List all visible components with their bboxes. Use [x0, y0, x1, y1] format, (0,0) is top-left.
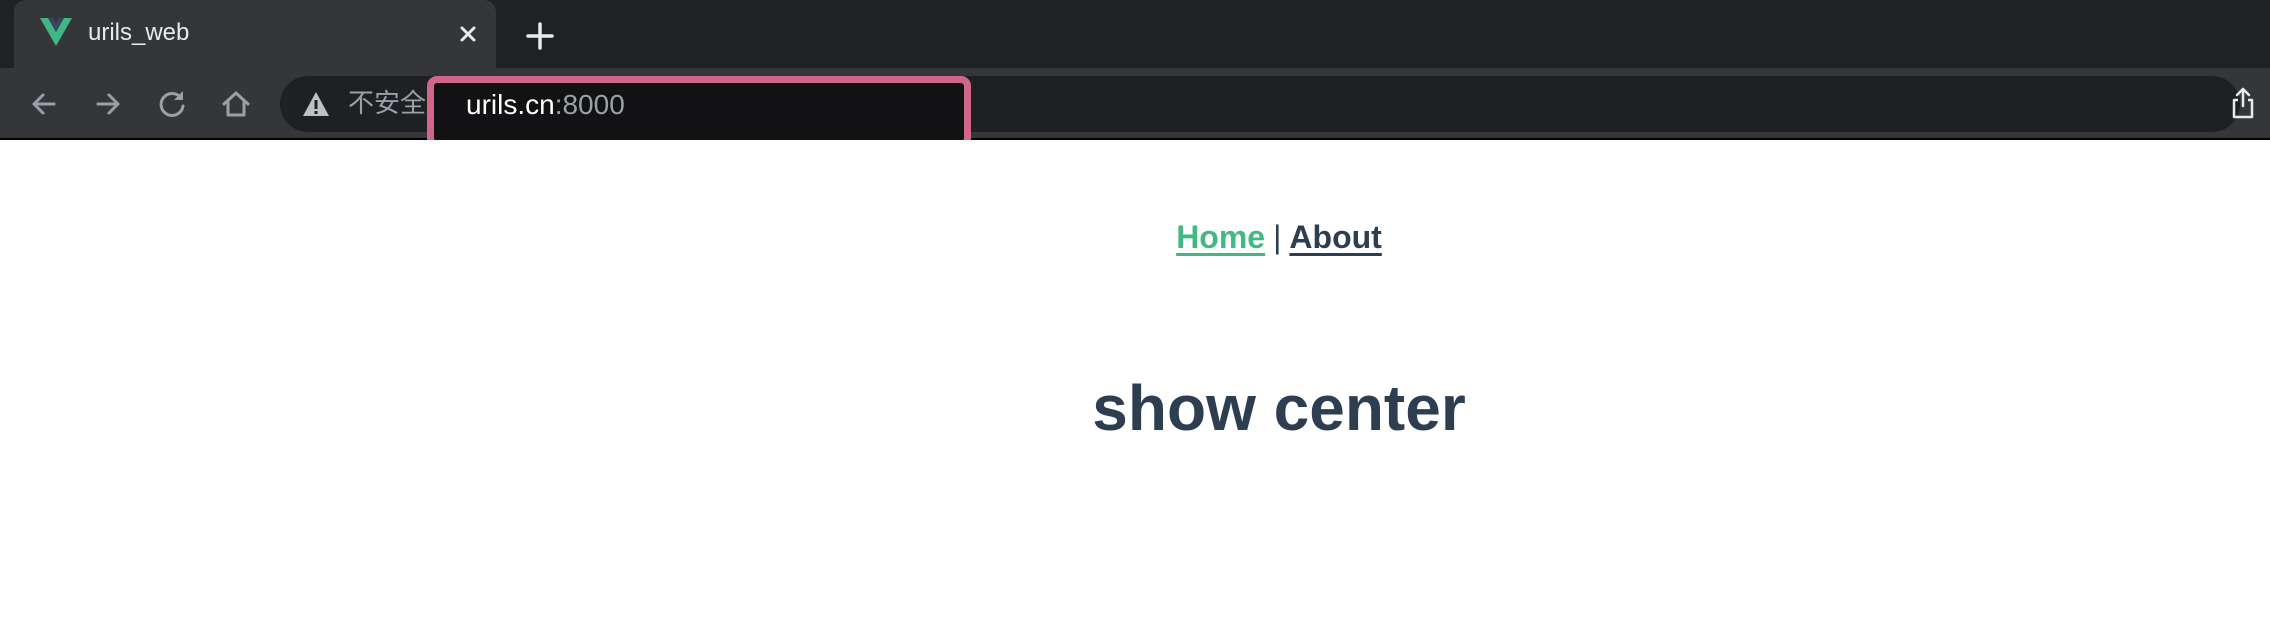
page-heading: show center	[1092, 372, 1466, 444]
new-tab-button[interactable]	[522, 18, 558, 54]
arrow-right-icon[interactable]	[90, 86, 126, 122]
url-port: :8000	[554, 89, 625, 120]
security-status-label[interactable]: 不安全	[348, 87, 426, 121]
main-nav: Home | About	[0, 216, 2270, 258]
arrow-left-icon[interactable]	[26, 86, 62, 122]
vue-logo-icon	[40, 18, 72, 46]
share-icon[interactable]	[2228, 86, 2258, 120]
browser-window: urils_web 不安全 urils.cn:8000 Home | About…	[0, 0, 2270, 620]
tab-urils-web[interactable]: urils_web	[14, 0, 496, 68]
browser-toolbar: 不安全	[0, 68, 2270, 140]
page-content: Home | About show center	[0, 140, 2270, 620]
url-host: urils.cn	[466, 89, 555, 120]
tab-title: urils_web	[88, 19, 190, 46]
close-icon[interactable]	[454, 20, 482, 48]
nav-link-home[interactable]: Home	[1176, 219, 1265, 255]
tab-strip: urils_web	[0, 0, 2270, 68]
nav-link-about[interactable]: About	[1289, 219, 1381, 255]
warning-icon[interactable]	[302, 91, 330, 117]
home-icon[interactable]	[218, 86, 254, 122]
reload-icon[interactable]	[154, 86, 190, 122]
nav-separator: |	[1273, 219, 1282, 255]
url-field[interactable]: urils.cn:8000	[466, 88, 625, 122]
